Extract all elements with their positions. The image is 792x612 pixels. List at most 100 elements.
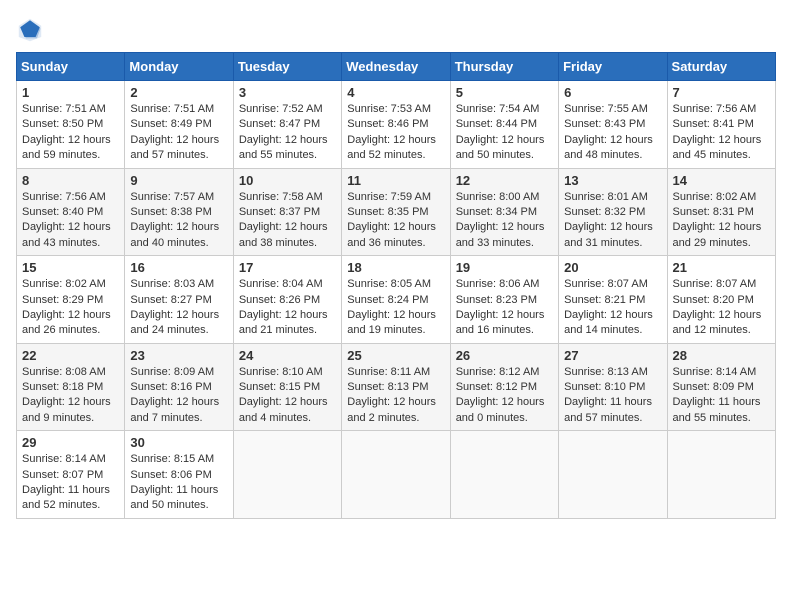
cell-text: Sunset: 8:34 PM [456,205,553,220]
cell-text: Sunset: 8:47 PM [239,117,336,132]
cell-text: and 45 minutes. [673,148,770,163]
day-number: 28 [673,348,770,363]
day-number: 25 [347,348,444,363]
cell-text: Sunrise: 8:10 AM [239,365,336,380]
cell-text: and 52 minutes. [347,148,444,163]
cell-text: and 50 minutes. [456,148,553,163]
cell-text: and 33 minutes. [456,236,553,251]
cell-text: Sunset: 8:23 PM [456,293,553,308]
logo [16,16,48,44]
day-number: 23 [130,348,227,363]
calendar-cell: 23Sunrise: 8:09 AMSunset: 8:16 PMDayligh… [125,343,233,431]
calendar-week-row: 1Sunrise: 7:51 AMSunset: 8:50 PMDaylight… [17,81,776,169]
day-number: 11 [347,173,444,188]
cell-text: Daylight: 12 hours [347,308,444,323]
day-of-week-header: Tuesday [233,53,341,81]
day-of-week-header: Friday [559,53,667,81]
day-number: 5 [456,85,553,100]
cell-text: Sunset: 8:10 PM [564,380,661,395]
calendar-cell: 17Sunrise: 8:04 AMSunset: 8:26 PMDayligh… [233,256,341,344]
cell-text: and 55 minutes. [673,411,770,426]
cell-text: Daylight: 12 hours [239,133,336,148]
cell-text: and 40 minutes. [130,236,227,251]
cell-text: Sunset: 8:20 PM [673,293,770,308]
day-number: 21 [673,260,770,275]
cell-text: Sunrise: 7:56 AM [22,190,119,205]
cell-text: Daylight: 12 hours [456,220,553,235]
cell-text: Daylight: 12 hours [130,220,227,235]
calendar-cell: 18 Sunrise: 8:05 AMSunset: 8:24 PMDayligh… [342,256,450,344]
calendar-cell: 30Sunrise: 8:15 AMSunset: 8:06 PMDayligh… [125,431,233,519]
calendar-cell: 10Sunrise: 7:58 AMSunset: 8:37 PMDayligh… [233,168,341,256]
day-number: 13 [564,173,661,188]
cell-text: Daylight: 12 hours [239,395,336,410]
cell-text: Sunset: 8:07 PM [22,468,119,483]
calendar-cell: 11Sunrise: 7:59 AMSunset: 8:35 PMDayligh… [342,168,450,256]
day-of-week-header: Sunday [17,53,125,81]
cell-text: Sunrise: 8:12 AM [456,365,553,380]
logo-icon [16,16,44,44]
cell-text: Sunrise: 8:05 AM [347,277,444,292]
day-number: 18 [347,260,444,275]
cell-text: Sunset: 8:12 PM [456,380,553,395]
cell-text: and 26 minutes. [22,323,119,338]
day-number: 10 [239,173,336,188]
cell-text: Sunset: 8:13 PM [347,380,444,395]
cell-text: Sunset: 8:44 PM [456,117,553,132]
cell-text: Sunset: 8:38 PM [130,205,227,220]
calendar-week-row: 22Sunrise: 8:08 AMSunset: 8:18 PMDayligh… [17,343,776,431]
calendar-cell: 20Sunrise: 8:07 AMSunset: 8:21 PMDayligh… [559,256,667,344]
cell-text: Sunrise: 7:59 AM [347,190,444,205]
calendar-cell: 12Sunrise: 8:00 AMSunset: 8:34 PMDayligh… [450,168,558,256]
cell-text: Sunrise: 8:04 AM [239,277,336,292]
day-number: 17 [239,260,336,275]
day-number: 15 [22,260,119,275]
cell-text: Sunset: 8:35 PM [347,205,444,220]
cell-text: Sunset: 8:43 PM [564,117,661,132]
calendar-cell: 6Sunrise: 7:55 AMSunset: 8:43 PMDaylight… [559,81,667,169]
cell-text: Sunset: 8:26 PM [239,293,336,308]
cell-text: Sunset: 8:16 PM [130,380,227,395]
cell-text: Daylight: 11 hours [673,395,770,410]
calendar-cell: 7Sunrise: 7:56 AMSunset: 8:41 PMDaylight… [667,81,775,169]
cell-text: Sunrise: 8:14 AM [673,365,770,380]
cell-text: Sunset: 8:24 PM [347,293,444,308]
day-of-week-header: Monday [125,53,233,81]
cell-text: Sunrise: 8:02 AM [673,190,770,205]
cell-text: and 57 minutes. [130,148,227,163]
cell-text: Sunrise: 7:51 AM [22,102,119,117]
cell-text: Sunrise: 7:55 AM [564,102,661,117]
calendar-cell: 15Sunrise: 8:02 AMSunset: 8:29 PMDayligh… [17,256,125,344]
cell-text: Daylight: 12 hours [456,308,553,323]
cell-text: Sunset: 8:06 PM [130,468,227,483]
cell-text: Sunrise: 8:11 AM [347,365,444,380]
calendar-cell: 1Sunrise: 7:51 AMSunset: 8:50 PMDaylight… [17,81,125,169]
calendar-cell [233,431,341,519]
cell-text: Sunrise: 8:03 AM [130,277,227,292]
cell-text: Daylight: 12 hours [22,133,119,148]
cell-text: Sunset: 8:27 PM [130,293,227,308]
cell-text: Daylight: 11 hours [22,483,119,498]
day-number: 14 [673,173,770,188]
cell-text: and 31 minutes. [564,236,661,251]
cell-text: Daylight: 12 hours [22,308,119,323]
cell-text: Daylight: 12 hours [130,395,227,410]
day-number: 24 [239,348,336,363]
cell-text: Sunrise: 8:00 AM [456,190,553,205]
calendar-cell [667,431,775,519]
calendar-cell: 5Sunrise: 7:54 AMSunset: 8:44 PMDaylight… [450,81,558,169]
calendar-week-row: 8Sunrise: 7:56 AMSunset: 8:40 PMDaylight… [17,168,776,256]
cell-text: Sunrise: 8:07 AM [564,277,661,292]
calendar-cell: 25Sunrise: 8:11 AMSunset: 8:13 PMDayligh… [342,343,450,431]
calendar-cell: 26Sunrise: 8:12 AMSunset: 8:12 PMDayligh… [450,343,558,431]
day-number: 26 [456,348,553,363]
day-number: 1 [22,85,119,100]
calendar-cell: 27Sunrise: 8:13 AMSunset: 8:10 PMDayligh… [559,343,667,431]
day-of-week-header: Wednesday [342,53,450,81]
cell-text: Sunrise: 8:13 AM [564,365,661,380]
cell-text: Sunrise: 7:53 AM [347,102,444,117]
cell-text: and 29 minutes. [673,236,770,251]
day-number: 22 [22,348,119,363]
cell-text: Sunrise: 7:56 AM [673,102,770,117]
cell-text: Daylight: 12 hours [673,308,770,323]
